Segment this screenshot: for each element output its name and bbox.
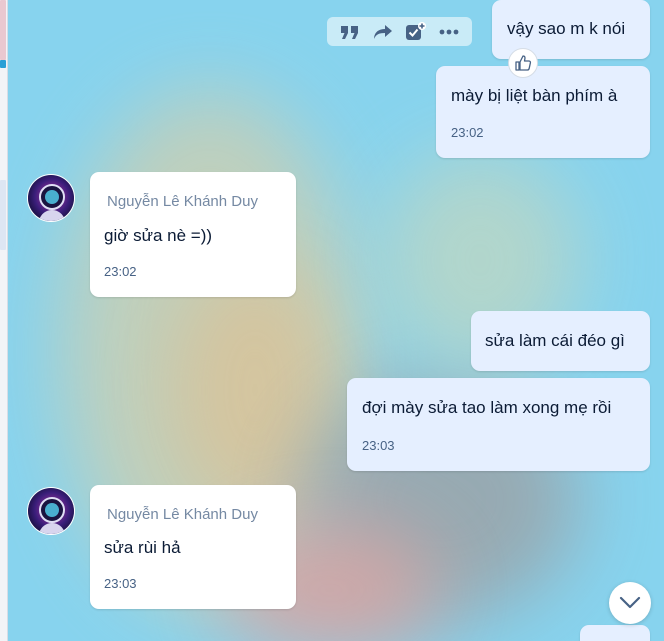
avatar[interactable] — [27, 174, 75, 222]
message-time: 23:03 — [104, 576, 137, 591]
like-button[interactable] — [508, 48, 538, 78]
more-icon[interactable] — [436, 19, 462, 45]
message-text: giờ sửa nè =)) — [104, 226, 213, 245]
sidebar-edge — [0, 0, 8, 641]
sender-name: Nguyễn Lê Khánh Duy — [107, 193, 258, 210]
sidebar-edge-accent — [0, 0, 6, 60]
message-text: sửa rùi hả — [104, 538, 181, 557]
avatar[interactable] — [27, 487, 75, 535]
chevron-down-icon — [619, 596, 641, 609]
sidebar-edge-accent — [0, 180, 6, 250]
message-time: 23:02 — [104, 264, 137, 279]
sidebar-edge-accent — [0, 60, 6, 68]
message-time: 23:02 — [451, 125, 484, 140]
message-text: vậy sao m k nói — [507, 19, 626, 38]
add-todo-icon[interactable] — [403, 19, 429, 45]
sender-name: Nguyễn Lê Khánh Duy — [107, 506, 258, 523]
message-action-toolbar — [327, 17, 472, 46]
message-text: sửa làm cái đéo gì — [485, 331, 625, 350]
message-text: mày bị liệt bàn phím à — [451, 86, 618, 105]
message-text: đợi mày sửa tao làm xong mẹ rồi — [362, 398, 612, 417]
quote-icon[interactable] — [337, 19, 363, 45]
message-time: 23:03 — [362, 438, 395, 453]
message-bubble[interactable] — [580, 625, 650, 641]
message-bubble[interactable] — [347, 378, 650, 471]
forward-icon[interactable] — [370, 19, 396, 45]
thumbs-up-icon — [515, 55, 532, 71]
message-bubble[interactable] — [436, 66, 650, 158]
chat-view: vậy sao m k nói mày bị liệt bàn phím à 2… — [0, 0, 664, 641]
scroll-to-bottom-button[interactable] — [609, 582, 651, 624]
